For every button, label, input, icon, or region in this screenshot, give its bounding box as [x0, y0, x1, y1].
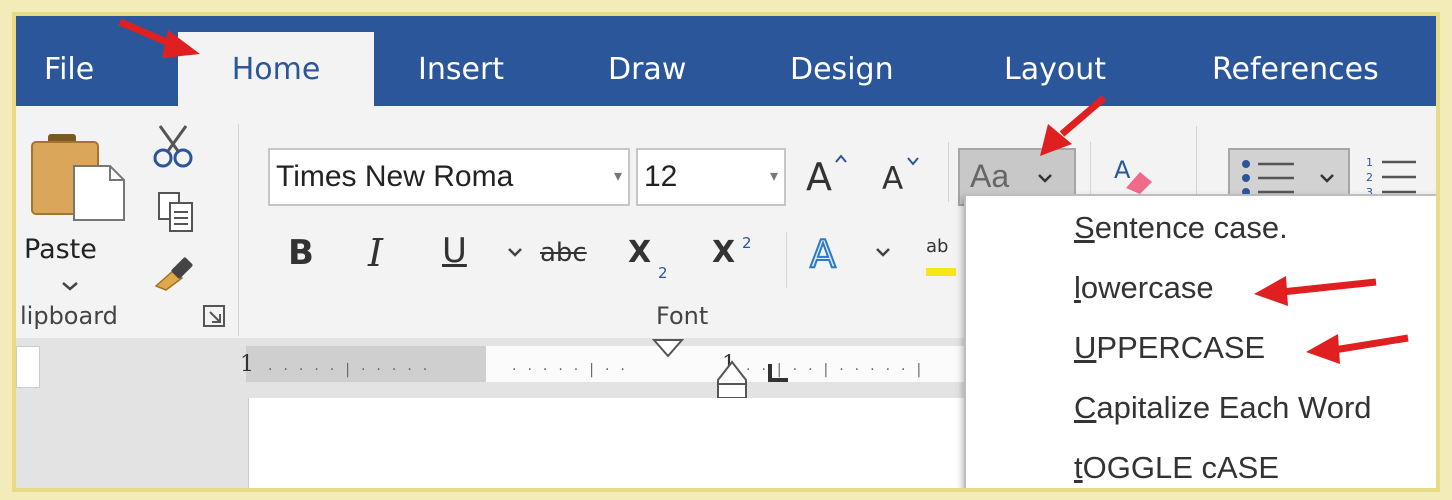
document-page[interactable]	[248, 398, 1048, 488]
svg-text:1: 1	[1366, 156, 1373, 169]
font-name-combobox[interactable]: Times New Roma ▾	[268, 148, 630, 206]
cut-scissors-icon[interactable]	[152, 122, 196, 170]
first-line-indent-marker-icon[interactable]	[652, 338, 686, 360]
shrink-font-button[interactable]: A	[878, 150, 934, 204]
menu-item-toggle-case[interactable]: tOGGLE cASE	[1074, 450, 1279, 486]
tab-draw[interactable]: Draw	[608, 16, 686, 106]
tab-home[interactable]: Home	[178, 32, 374, 106]
bullets-chevron-icon	[1320, 174, 1334, 183]
underline-button[interactable]: U	[442, 234, 467, 268]
paste-button[interactable]: Paste	[24, 126, 134, 306]
shrink-font-caret-icon	[907, 157, 919, 166]
svg-text:2: 2	[1366, 171, 1373, 184]
svg-text:A: A	[1114, 156, 1131, 184]
text-effects-button[interactable]: A	[809, 231, 837, 277]
group-separator	[948, 142, 949, 202]
shrink-font-label: A	[882, 161, 904, 197]
superscript-button[interactable]: X 2	[712, 234, 764, 284]
hanging-indent-marker-icon[interactable]	[716, 360, 750, 402]
clear-formatting-icon[interactable]: A	[1108, 152, 1158, 198]
group-separator	[238, 124, 239, 336]
annotation-arrow-home	[118, 18, 200, 58]
highlight-label: ab	[926, 236, 949, 257]
tab-references[interactable]: References	[1212, 16, 1379, 106]
tab-design[interactable]: Design	[790, 16, 894, 106]
tab-layout[interactable]: Layout	[1004, 16, 1106, 106]
annotation-arrow-uppercase	[1306, 334, 1409, 364]
font-group-label: Font	[656, 302, 709, 330]
grow-font-label: A	[806, 155, 832, 199]
strikethrough-button[interactable]: abc	[540, 240, 587, 266]
vertical-ruler-stub	[16, 346, 40, 388]
copy-icon[interactable]	[156, 190, 196, 234]
ruler-ticks-left: ·····|·····	[268, 362, 439, 378]
annotation-arrow-change-case	[1040, 95, 1107, 156]
bold-button[interactable]: B	[288, 236, 314, 270]
superscript-label: X	[712, 235, 736, 270]
menu-item-sentence-case[interactable]: Sentence case.	[1074, 210, 1288, 246]
change-case-label: Aa	[970, 158, 1010, 194]
subscript-label: X	[628, 235, 652, 270]
clipboard-group-label: lipboard	[20, 302, 118, 330]
tab-file[interactable]: File	[44, 16, 94, 106]
font-size-value: 12	[644, 160, 678, 193]
clipboard-dialog-launcher-icon[interactable]	[202, 304, 228, 330]
grow-font-caret-icon	[835, 154, 847, 163]
font-size-dropdown-icon[interactable]: ▾	[770, 150, 778, 204]
font-name-dropdown-icon[interactable]: ▾	[614, 150, 622, 204]
ruler-ticks-mid: ·····|··	[512, 362, 636, 378]
ribbon-tab-bar: File Home Insert Draw Design Layout Refe…	[16, 16, 1436, 106]
subscript-button[interactable]: X 2	[628, 234, 680, 284]
text-effects-chevron-icon[interactable]	[874, 246, 892, 258]
menu-item-capitalize-each-word[interactable]: Capitalize Each Word	[1074, 390, 1372, 426]
font-name-value: Times New Roma	[276, 160, 514, 193]
menu-item-uppercase[interactable]: UPPERCASE	[1074, 330, 1265, 366]
change-case-chevron-icon	[1038, 174, 1052, 183]
group-separator	[786, 232, 787, 288]
paste-icon	[31, 134, 125, 221]
tab-insert[interactable]: Insert	[418, 16, 504, 106]
superscript-mark: 2	[742, 234, 752, 252]
menu-item-lowercase[interactable]: lowercase	[1074, 270, 1214, 306]
grow-font-button[interactable]: A	[802, 150, 858, 204]
format-painter-icon[interactable]	[152, 252, 200, 292]
tab-stop-marker-icon[interactable]	[766, 362, 792, 384]
annotation-arrow-lowercase	[1254, 276, 1377, 306]
paste-dropdown-chevron-icon	[62, 282, 78, 291]
italic-button[interactable]: I	[368, 234, 383, 272]
underline-chevron-icon[interactable]	[506, 246, 524, 258]
paste-label: Paste	[24, 234, 97, 265]
highlight-button[interactable]: ab	[922, 234, 962, 294]
ruler-number-left: 1	[240, 352, 254, 377]
word-window: File Home Insert Draw Design Layout Refe…	[12, 12, 1440, 492]
highlight-color-swatch	[926, 268, 956, 276]
font-size-combobox[interactable]: 12 ▾	[636, 148, 786, 206]
subscript-mark: 2	[658, 264, 668, 282]
